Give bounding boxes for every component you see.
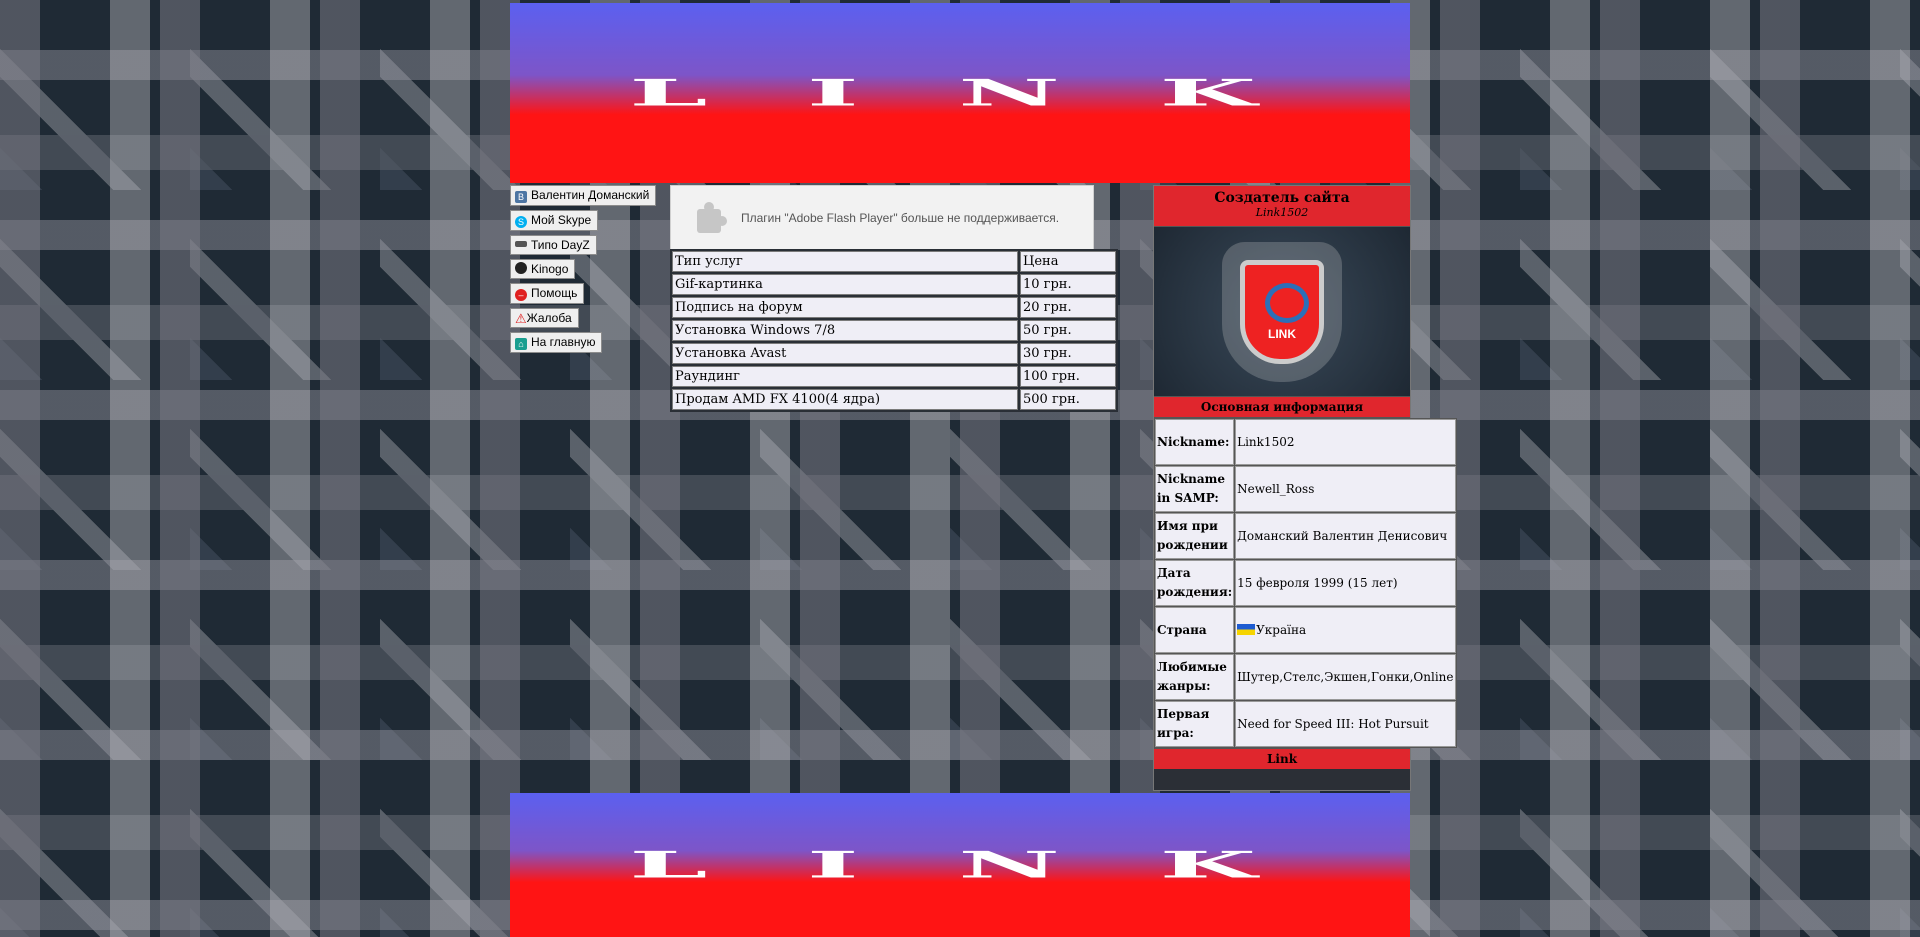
section-heading: Основная информация bbox=[1154, 396, 1410, 418]
flash-plugin-placeholder: Плагин "Adobe Flash Player" больше не по… bbox=[670, 185, 1094, 250]
creator-profile-panel: Создатель сайта Link1502 LINK Основная и… bbox=[1153, 185, 1457, 791]
sidebar-item-home[interactable]: ⌂ На главную bbox=[510, 332, 603, 353]
country-name: Україна bbox=[1256, 623, 1307, 637]
warning-icon: ⚠ bbox=[515, 311, 527, 326]
table-row: Имя при рождении Доманский Валентин Дени… bbox=[1155, 513, 1456, 559]
table-row: Дата рождения: 15 февроля 1999 (15 лет) bbox=[1155, 560, 1456, 606]
sidebar-item-label: На главную bbox=[531, 335, 596, 349]
info-value: Newell_Ross bbox=[1235, 466, 1456, 512]
info-value: Доманский Валентин Денисович bbox=[1235, 513, 1456, 559]
info-value: Need for Speed III: Hot Pursuit bbox=[1235, 701, 1456, 747]
service-price: 500 грн. bbox=[1020, 389, 1116, 410]
column-header-price: Цена bbox=[1020, 251, 1116, 272]
table-row: Любимые жанры: Шутер,Стелс,Экшен,Гонки,O… bbox=[1155, 654, 1456, 700]
table-header-row: Тип услуг Цена bbox=[672, 251, 1116, 272]
banner-logo-text: LINK bbox=[628, 843, 1356, 886]
table-row: Страна Україна bbox=[1155, 607, 1456, 653]
info-value: 15 февроля 1999 (15 лет) bbox=[1235, 560, 1456, 606]
profile-title: Создатель сайта bbox=[1214, 190, 1350, 206]
column-header-service: Тип услуг bbox=[672, 251, 1018, 272]
sidebar-item-label: Помощь bbox=[531, 286, 578, 300]
service-price: 50 грн. bbox=[1020, 320, 1116, 341]
footer-banner: LINK bbox=[510, 793, 1410, 937]
flash-unsupported-message: Плагин "Adobe Flash Player" больше не по… bbox=[741, 210, 1060, 225]
service-name: Установка Avast bbox=[672, 343, 1018, 364]
sidebar-nav: В Валентин Доманский S Мой Skype Типо DayZ… bbox=[510, 185, 670, 357]
info-value: Шутер,Стелс,Экшен,Гонки,Online bbox=[1235, 654, 1456, 700]
sidebar-item-vk[interactable]: В Валентин Доманский bbox=[510, 185, 657, 206]
profile-emblem: LINK bbox=[1154, 227, 1410, 396]
sidebar-item-label: Kinogo bbox=[531, 262, 569, 276]
shield-emblem-icon: LINK bbox=[1240, 259, 1324, 364]
banner-logo-text: LINK bbox=[628, 71, 1356, 114]
table-row: Раундинг 100 грн. bbox=[672, 366, 1116, 387]
help-icon: – bbox=[515, 289, 527, 301]
sidebar-item-dayz[interactable]: Типо DayZ bbox=[510, 235, 597, 255]
info-key: Nickname: bbox=[1155, 419, 1235, 465]
service-price: 30 грн. bbox=[1020, 343, 1116, 364]
info-value: Link1502 bbox=[1235, 419, 1456, 465]
sidebar-item-complaint[interactable]: ⚠Жалоба bbox=[510, 308, 579, 328]
info-value-country: Україна bbox=[1235, 607, 1456, 653]
table-row: Продам AMD FX 4100(4 ядра) 500 грн. bbox=[672, 389, 1116, 410]
table-row: Первая игра: Need for Speed III: Hot Pur… bbox=[1155, 701, 1456, 747]
profile-info-table: Nickname: Link1502 Nickname in SAMP: New… bbox=[1154, 418, 1457, 748]
home-icon: ⌂ bbox=[515, 338, 527, 350]
table-row: Установка Avast 30 грн. bbox=[672, 343, 1116, 364]
sidebar-item-label: Валентин Доманский bbox=[531, 188, 650, 202]
profile-header: Создатель сайта Link1502 bbox=[1154, 186, 1410, 227]
service-name: Установка Windows 7/8 bbox=[672, 320, 1018, 341]
kinogo-icon bbox=[515, 262, 527, 274]
sidebar-item-help[interactable]: – Помощь bbox=[510, 283, 585, 304]
sidebar-item-skype[interactable]: S Мой Skype bbox=[510, 210, 599, 231]
info-key: Любимые жанры: bbox=[1155, 654, 1235, 700]
info-key: Первая игра: bbox=[1155, 701, 1235, 747]
header-banner: LINK bbox=[510, 3, 1410, 183]
vk-icon: В bbox=[515, 191, 527, 203]
ukraine-flag-icon bbox=[1237, 624, 1256, 635]
profile-subtitle: Link1502 bbox=[1255, 206, 1309, 219]
service-price: 10 грн. bbox=[1020, 274, 1116, 295]
profile-footer-link[interactable]: Link bbox=[1154, 748, 1410, 769]
skype-icon: S bbox=[515, 216, 527, 228]
services-price-table: Тип услуг Цена Gif-картинка 10 грн. Подп… bbox=[670, 249, 1118, 412]
table-row: Установка Windows 7/8 50 грн. bbox=[672, 320, 1116, 341]
info-key: Страна bbox=[1155, 607, 1235, 653]
service-name: Продам AMD FX 4100(4 ядра) bbox=[672, 389, 1018, 410]
table-row: Подпись на форум 20 грн. bbox=[672, 297, 1116, 318]
table-row: Nickname: Link1502 bbox=[1155, 419, 1456, 465]
sidebar-item-label: Мой Skype bbox=[531, 213, 592, 227]
service-name: Gif-картинка bbox=[672, 274, 1018, 295]
service-price: 20 грн. bbox=[1020, 297, 1116, 318]
info-key: Nickname in SAMP: bbox=[1155, 466, 1235, 512]
chain-link-icon bbox=[1265, 282, 1309, 323]
info-key: Имя при рождении bbox=[1155, 513, 1235, 559]
service-name: Раундинг bbox=[672, 366, 1018, 387]
emblem-text: LINK bbox=[1268, 326, 1296, 341]
gun-icon bbox=[515, 241, 527, 247]
table-row: Gif-картинка 10 грн. bbox=[672, 274, 1116, 295]
service-price: 100 грн. bbox=[1020, 366, 1116, 387]
sidebar-item-label: Жалоба bbox=[526, 311, 572, 325]
sidebar-item-kinogo[interactable]: Kinogo bbox=[510, 259, 576, 279]
sidebar-item-label: Типо DayZ bbox=[531, 238, 590, 252]
info-key: Дата рождения: bbox=[1155, 560, 1235, 606]
service-name: Подпись на форум bbox=[672, 297, 1018, 318]
table-row: Nickname in SAMP: Newell_Ross bbox=[1155, 466, 1456, 512]
puzzle-icon bbox=[693, 201, 727, 235]
